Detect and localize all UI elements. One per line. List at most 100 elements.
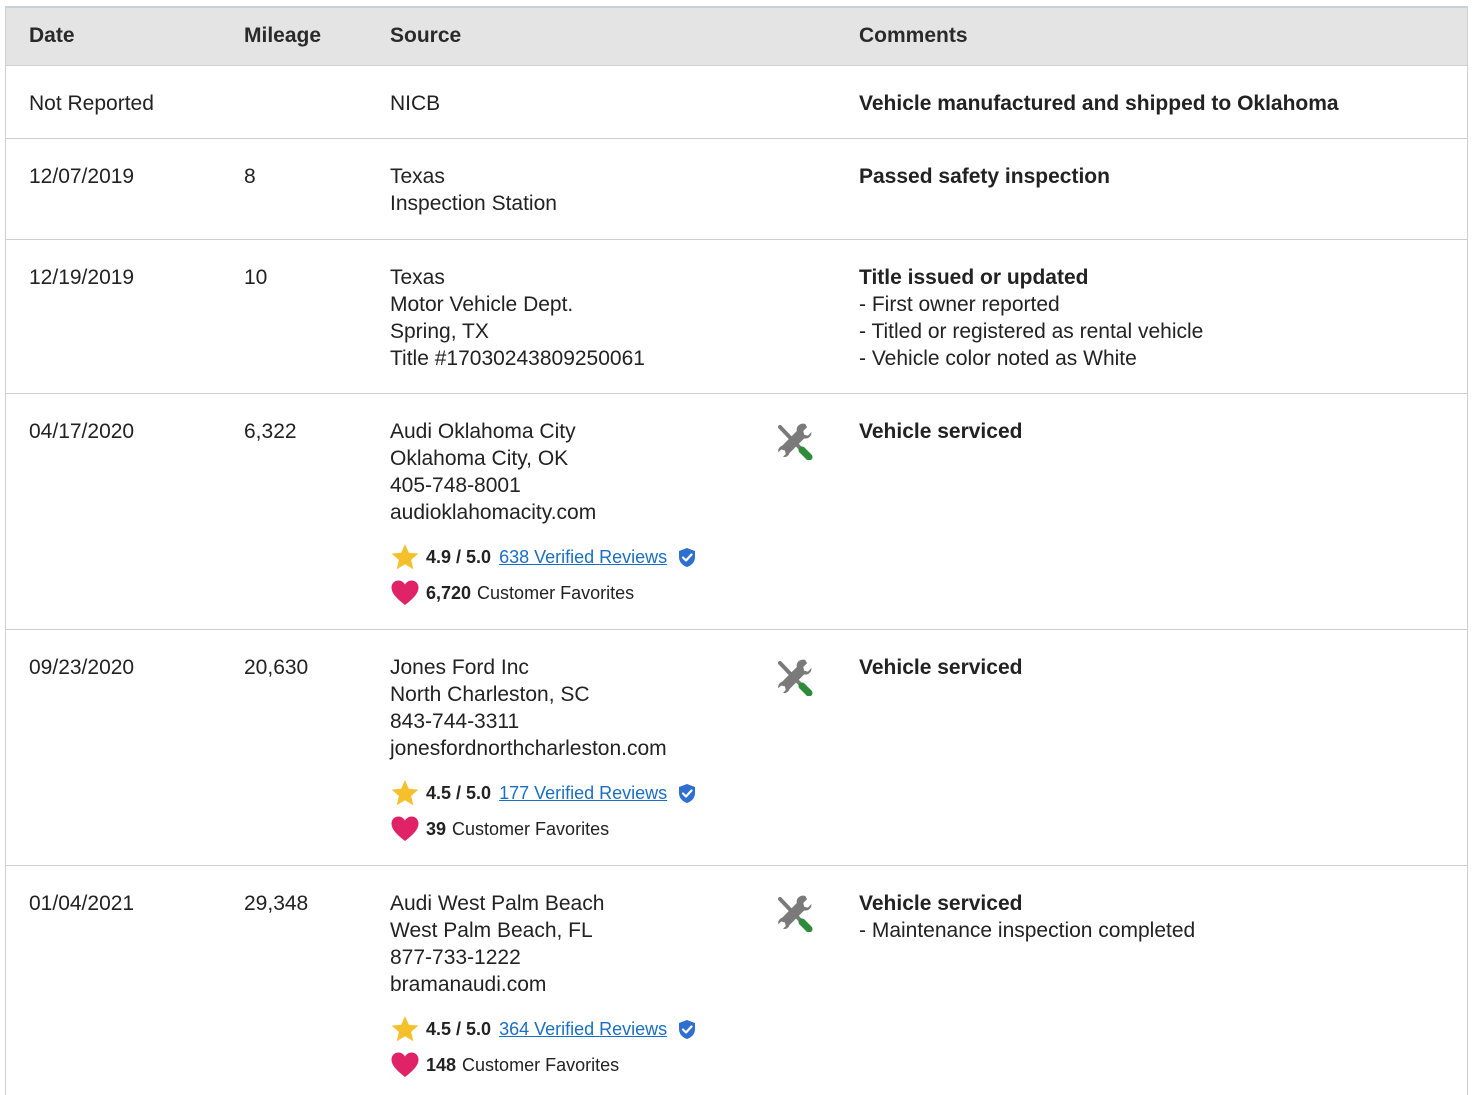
comment-title: Title issued or updated [859, 266, 1089, 289]
verified-shield-icon [677, 1019, 697, 1040]
rating-row: 4.5 / 5.0 364 Verified Reviews [390, 1011, 697, 1047]
star-icon [390, 1014, 420, 1044]
row-source: Jones Ford Inc North Charleston, SC 843-74… [390, 654, 697, 847]
table-body: Not Reported NICB Vehicle manufactured and… [6, 66, 1467, 1095]
verified-shield-icon-svg [679, 1019, 696, 1039]
source-line: Oklahoma City, OK [390, 447, 569, 470]
verified-shield-icon-svg [679, 783, 696, 803]
heart-icon [390, 1050, 420, 1080]
row-date: 04/17/2020 [29, 420, 135, 443]
source-line: Title #17030243809250061 [390, 347, 645, 370]
comment-detail: - Vehicle color noted as White [859, 347, 1137, 370]
comment-title: Vehicle serviced [859, 420, 1023, 443]
source-line: bramanaudi.com [390, 973, 547, 996]
row-source: Texas Inspection Station [390, 163, 557, 217]
favorites-label: Customer Favorites [477, 583, 635, 603]
row-comments: Title issued or updated - First owner rep… [859, 264, 1203, 372]
verified-reviews-link[interactable]: 638 Verified Reviews [499, 545, 667, 569]
dealer-ratings: 4.9 / 5.0 638 Verified Reviews 6,720 Custom… [390, 539, 697, 611]
rating-row: 4.9 / 5.0 638 Verified Reviews [390, 539, 697, 575]
dealer-ratings: 4.5 / 5.0 364 Verified Reviews 148 Customer… [390, 1011, 697, 1083]
source-line: Inspection Station [390, 192, 557, 215]
source-line: West Palm Beach, FL [390, 919, 593, 942]
source-line: NICB [390, 92, 441, 115]
heart-icon-svg [391, 816, 419, 841]
favorites-row: 6,720 Customer Favorites [390, 575, 697, 611]
column-header-comments: Comments [859, 24, 968, 47]
comment-detail: - Maintenance inspection completed [859, 919, 1196, 942]
row-mileage: 29,348 [244, 892, 309, 915]
verified-shield-icon [677, 547, 697, 568]
wrench-screwdriver-icon [772, 420, 816, 461]
table-header: Date Mileage Source Comments [6, 8, 1467, 66]
favorites-count: 39 [426, 819, 447, 839]
column-header-mileage: Mileage [244, 24, 322, 47]
row-comments: Vehicle manufactured and shipped to Okla… [859, 90, 1339, 117]
row-mileage: 20,630 [244, 656, 309, 679]
source-line: North Charleston, SC [390, 683, 590, 706]
comment-title: Vehicle serviced [859, 892, 1023, 915]
dealer-ratings: 4.5 / 5.0 177 Verified Reviews 39 Customer … [390, 775, 697, 847]
source-line: jonesfordnorthcharleston.com [390, 737, 667, 760]
comment-detail: - Titled or registered as rental vehicle [859, 320, 1204, 343]
row-source: Audi West Palm Beach West Palm Beach, FL 8… [390, 890, 697, 1083]
row-comments: Vehicle serviced [859, 418, 1022, 445]
star-icon [390, 778, 420, 808]
verified-reviews-link[interactable]: 364 Verified Reviews [499, 1017, 667, 1041]
table-row: 12/19/2019 10 Texas Motor Vehicle Dept. Spri… [6, 240, 1467, 394]
row-source: Audi Oklahoma City Oklahoma City, OK 405-7… [390, 418, 697, 611]
star-icon-svg [391, 1016, 419, 1042]
comment-detail: - First owner reported [859, 293, 1060, 316]
heart-icon-svg [391, 1052, 419, 1077]
favorites-label: Customer Favorites [452, 819, 610, 839]
row-source: NICB [390, 90, 440, 117]
comment-title: Passed safety inspection [859, 165, 1110, 188]
source-line: 843-744-3311 [390, 710, 520, 733]
favorites-count: 148 [426, 1055, 457, 1075]
verified-shield-icon [677, 783, 697, 804]
row-date: Not Reported [29, 92, 154, 115]
row-comments: Vehicle serviced - Maintenance inspection… [859, 890, 1195, 944]
wrench-screwdriver-icon [772, 892, 816, 933]
row-date: 01/04/2021 [29, 892, 135, 915]
row-comments: Passed safety inspection [859, 163, 1110, 190]
table-row: 09/23/2020 20,630 Jones Ford Inc North Char… [6, 630, 1467, 866]
service-icon-svg [778, 423, 813, 461]
star-icon-svg [391, 780, 419, 806]
rating-value: 4.5 / 5.0 [426, 1019, 492, 1039]
source-line: 877-733-1222 [390, 946, 521, 969]
row-source: Texas Motor Vehicle Dept. Spring, TX Title … [390, 264, 645, 372]
source-line: 405-748-8001 [390, 474, 521, 497]
table-row: 01/04/2021 29,348 Audi West Palm Beach West… [6, 866, 1467, 1095]
vehicle-history-table: Date Mileage Source Comments Not Reporte… [5, 6, 1468, 1095]
star-icon [390, 542, 420, 572]
row-mileage: 8 [244, 165, 256, 188]
heart-icon [390, 814, 420, 844]
rating-row: 4.5 / 5.0 177 Verified Reviews [390, 775, 697, 811]
service-icon-svg [778, 659, 813, 697]
favorites-row: 39 Customer Favorites [390, 811, 697, 847]
source-line: Texas [390, 165, 445, 188]
row-mileage: 10 [244, 266, 268, 289]
rating-value: 4.9 / 5.0 [426, 547, 492, 567]
source-line: Motor Vehicle Dept. [390, 293, 574, 316]
favorites-row: 148 Customer Favorites [390, 1047, 697, 1083]
comment-title: Vehicle serviced [859, 656, 1023, 679]
heart-icon [390, 578, 420, 608]
row-mileage: 6,322 [244, 420, 297, 443]
source-line: Spring, TX [390, 320, 489, 343]
comment-title: Vehicle manufactured and shipped to Okla… [859, 92, 1339, 115]
row-date: 12/07/2019 [29, 165, 135, 188]
table-row: 04/17/2020 6,322 Audi Oklahoma City Oklahom… [6, 394, 1467, 630]
source-line: Texas [390, 266, 445, 289]
service-icon-svg [778, 895, 813, 933]
table-row: Not Reported NICB Vehicle manufactured and… [6, 66, 1467, 139]
source-line: Jones Ford Inc [390, 656, 529, 679]
source-line: Audi West Palm Beach [390, 892, 605, 915]
favorites-label: Customer Favorites [462, 1055, 620, 1075]
row-date: 12/19/2019 [29, 266, 135, 289]
favorites-count: 6,720 [426, 583, 472, 603]
verified-reviews-link[interactable]: 177 Verified Reviews [499, 781, 667, 805]
row-date: 09/23/2020 [29, 656, 135, 679]
column-header-source: Source [390, 24, 462, 47]
